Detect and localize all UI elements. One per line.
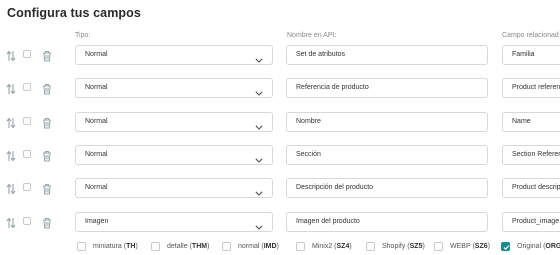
row-select-checkbox[interactable] xyxy=(23,117,31,125)
thumbnail-name: miniatura xyxy=(93,243,122,250)
api-name-input[interactable]: Set de atributos xyxy=(286,45,488,65)
thumbnail-name: WEBP xyxy=(450,243,471,250)
column-label-relacion: Campo relacionad xyxy=(502,32,559,39)
thumbnail-checkbox-checked[interactable] xyxy=(501,242,510,251)
chevron-down-icon xyxy=(255,220,263,230)
related-field-input[interactable]: Product descript xyxy=(502,178,560,198)
api-name-input[interactable]: Nombre xyxy=(286,112,488,132)
chevron-down-icon xyxy=(255,186,263,196)
tipo-select[interactable]: Normal xyxy=(75,145,273,165)
thumbnail-code: SZ6 xyxy=(474,243,488,250)
tipo-select-value: Imagen xyxy=(85,218,109,225)
row-select-checkbox[interactable] xyxy=(23,50,31,58)
thumbnail-label: WEBP (SZ6) xyxy=(450,243,490,250)
thumbnail-checkbox[interactable] xyxy=(366,242,375,251)
thumbnail-label: Original (ORG) xyxy=(517,243,560,250)
tipo-select-value: Normal xyxy=(85,151,108,158)
tipo-select-value: Normal xyxy=(85,184,108,191)
tipo-select[interactable]: Imagen xyxy=(75,212,273,232)
tipo-select[interactable]: Normal xyxy=(75,112,273,132)
trash-icon[interactable] xyxy=(42,182,52,195)
related-field-input[interactable]: Familia xyxy=(502,45,560,65)
thumbnail-label: normal (IMD) xyxy=(238,243,279,250)
chevron-down-icon xyxy=(255,86,263,96)
thumbnail-code: SZ4 xyxy=(336,243,350,250)
column-label-api: Nombre en API: xyxy=(287,32,337,39)
api-name-input[interactable]: Referencia de producto xyxy=(286,78,488,98)
field-row: Normal Nombre Name xyxy=(0,112,560,132)
field-row: Normal Referencia de producto Product refe… xyxy=(0,78,560,98)
thumbnail-name: normal xyxy=(238,243,260,250)
sort-arrows-icon[interactable] xyxy=(6,182,16,195)
thumbnail-code: ORG xyxy=(545,243,560,250)
sort-arrows-icon[interactable] xyxy=(6,216,16,229)
thumbnail-code: THM xyxy=(191,243,208,250)
sort-arrows-icon[interactable] xyxy=(6,49,16,62)
thumbnail-checkbox[interactable] xyxy=(434,242,443,251)
related-field-input[interactable]: Name xyxy=(502,112,560,132)
tipo-select-value: Normal xyxy=(85,118,108,125)
trash-icon[interactable] xyxy=(42,216,52,229)
thumbnail-label: Minix2 (SZ4) xyxy=(312,243,352,250)
sort-arrows-icon[interactable] xyxy=(6,149,16,162)
thumbnail-label: miniatura (TH) xyxy=(93,243,138,250)
chevron-down-icon xyxy=(255,153,263,163)
trash-icon[interactable] xyxy=(42,49,52,62)
page-title: Configura tus campos xyxy=(7,6,141,20)
related-field-input[interactable]: Section Referenc xyxy=(502,145,560,165)
thumbnail-name: Original xyxy=(517,243,542,250)
trash-icon[interactable] xyxy=(42,116,52,129)
chevron-down-icon xyxy=(255,120,263,130)
sort-arrows-icon[interactable] xyxy=(6,82,16,95)
api-name-input[interactable]: Sección xyxy=(286,145,488,165)
thumbnail-checkbox[interactable] xyxy=(151,242,160,251)
related-field-input[interactable]: Product_image xyxy=(502,212,560,232)
thumbnail-checkbox[interactable] xyxy=(296,242,305,251)
field-row: Normal Descripción del producto Product de… xyxy=(0,178,560,198)
related-field-input[interactable]: Product referenc xyxy=(502,78,560,98)
sort-arrows-icon[interactable] xyxy=(6,116,16,129)
thumbnail-name: detalle xyxy=(167,243,188,250)
tipo-select[interactable]: Normal xyxy=(75,178,273,198)
thumbnail-options: miniatura (TH) detalle (THM) normal (IMD) M… xyxy=(0,241,560,253)
api-name-input[interactable]: Descripción del producto xyxy=(286,178,488,198)
row-select-checkbox[interactable] xyxy=(23,183,31,191)
trash-icon[interactable] xyxy=(42,149,52,162)
api-name-input[interactable]: Imagen del producto xyxy=(286,212,488,232)
field-row: Normal Sección Section Referenc xyxy=(0,145,560,165)
thumbnail-code: IMD xyxy=(263,243,277,250)
thumbnail-label: detalle (THM) xyxy=(167,243,210,250)
row-select-checkbox[interactable] xyxy=(23,150,31,158)
column-label-tipo: Tipo: xyxy=(75,32,91,39)
chevron-down-icon xyxy=(255,53,263,63)
trash-icon[interactable] xyxy=(42,82,52,95)
tipo-select[interactable]: Normal xyxy=(75,45,273,65)
field-row: Imagen Imagen del producto Product_image xyxy=(0,212,560,232)
row-select-checkbox[interactable] xyxy=(23,83,31,91)
thumbnail-code: SZ5 xyxy=(409,243,423,250)
tipo-select[interactable]: Normal xyxy=(75,78,273,98)
thumbnail-label: Shopify (SZ5) xyxy=(382,243,425,250)
thumbnail-code: TH xyxy=(126,243,136,250)
thumbnail-name: Minix2 xyxy=(312,243,333,250)
thumbnail-checkbox[interactable] xyxy=(222,242,231,251)
field-row: Normal Set de atributos Familia xyxy=(0,45,560,65)
tipo-select-value: Normal xyxy=(85,84,108,91)
thumbnail-checkbox[interactable] xyxy=(77,242,86,251)
thumbnail-name: Shopify xyxy=(382,243,406,250)
row-select-checkbox[interactable] xyxy=(23,217,31,225)
tipo-select-value: Normal xyxy=(85,51,108,58)
